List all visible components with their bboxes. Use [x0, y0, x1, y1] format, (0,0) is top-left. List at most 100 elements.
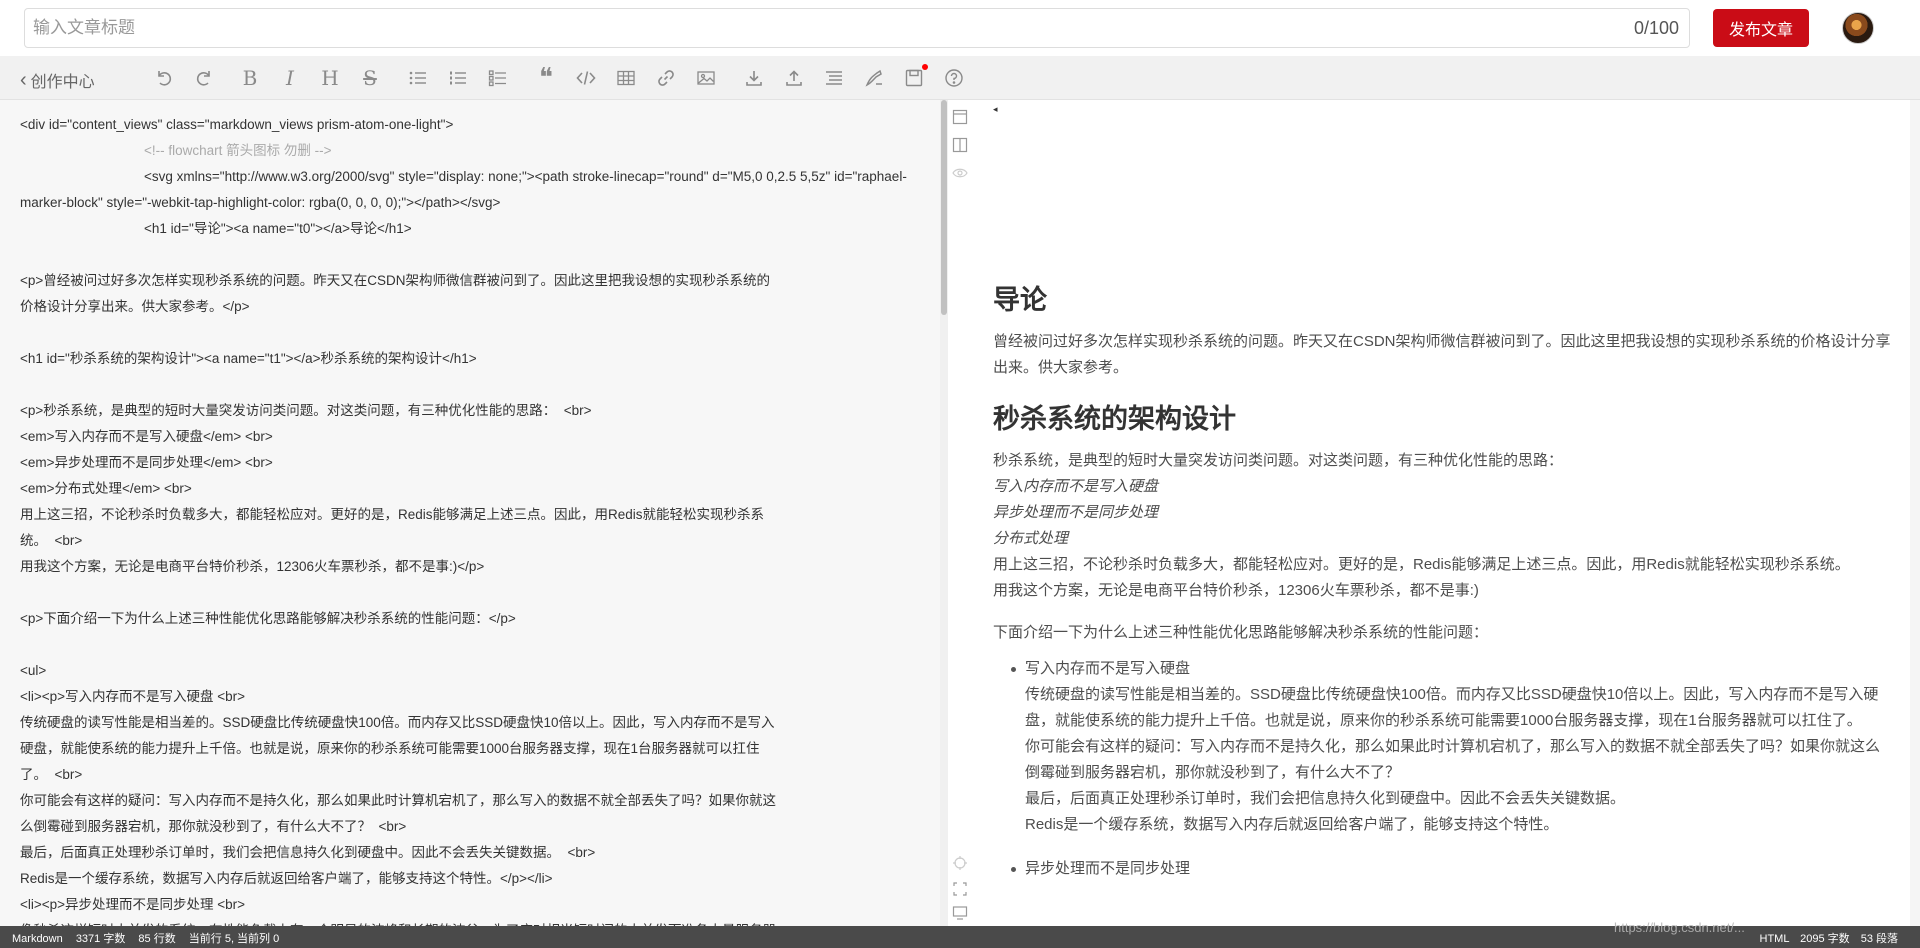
desktop-icon[interactable]: [951, 904, 969, 922]
editor-line[interactable]: <h1 id="秒杀系统的架构设计"><a name="t1"></a>秒杀系统…: [20, 346, 920, 372]
italic-icon[interactable]: I: [278, 66, 302, 90]
editor-line[interactable]: <em>分布式处理</em> <br>: [20, 476, 920, 502]
preview-scrollbar[interactable]: [1910, 100, 1920, 926]
preview-side-tools: [948, 100, 972, 926]
download-icon[interactable]: [742, 66, 766, 90]
editor-line[interactable]: 用上这三招，不论秒杀时负载多大，都能轻松应对。更好的是，Redis能够满足上述三…: [20, 502, 920, 528]
list-item-text: Redis是一个缓存系统，数据写入内存后就返回给客户端了，能够支持这个特性。: [1025, 816, 1559, 833]
editor-line[interactable]: [20, 372, 920, 398]
title-input[interactable]: [33, 9, 1593, 47]
preview-list: 写入内存而不是写入硬盘 传统硬盘的读写性能是相当差的。SSD硬盘比传统硬盘快10…: [993, 656, 1892, 882]
editor-line[interactable]: marker-block" style="-webkit-tap-highlig…: [20, 190, 920, 216]
back-label: 创作中心: [30, 74, 95, 91]
editor-line[interactable]: <ul>: [20, 658, 920, 684]
preview-text: 用上这三招，不论秒杀时负载多大，都能轻松应对。更好的是，Redis能够满足上述三…: [993, 556, 1850, 573]
editor-line[interactable]: [20, 242, 920, 268]
preview-paragraph-intro: 曾经被问过好多次怎样实现秒杀系统的问题。昨天又在CSDN架构师微信群被问到了。因…: [993, 333, 1891, 376]
editor-line[interactable]: <em>写入内存而不是写入硬盘</em> <br>: [20, 424, 920, 450]
preview-emphasis: 分布式处理: [993, 530, 1069, 547]
editor-line[interactable]: <div id="content_views" class="markdown_…: [20, 112, 920, 138]
list-item-title: 异步处理而不是同步处理: [1025, 860, 1191, 877]
preview-heading-intro: 导论: [993, 285, 1047, 315]
editor-line[interactable]: [20, 632, 920, 658]
editor-line[interactable]: 价格设计分享出来。供大家参考。</p>: [20, 294, 920, 320]
editor-line[interactable]: 么倒霉碰到服务器宕机，那你就没秒到了，有什么大不了？ <br>: [20, 814, 920, 840]
back-to-creation-center[interactable]: ‹ 创作中心: [20, 68, 95, 92]
link-icon[interactable]: [654, 66, 678, 90]
editor-line[interactable]: <svg xmlns="http://www.w3.org/2000/svg" …: [20, 164, 920, 190]
bold-icon[interactable]: B: [238, 66, 262, 90]
title-box: 0/100: [24, 8, 1690, 48]
locate-icon[interactable]: [951, 854, 969, 872]
status-right: HTML 2095 字数 53 段落: [1752, 930, 1899, 946]
preview-text: 秒杀系统，是典型的短时大量突发访问类问题。对这类问题，有三种优化性能的思路：: [993, 452, 1564, 469]
fullscreen-icon[interactable]: [951, 880, 969, 898]
avatar[interactable]: [1842, 12, 1874, 44]
markdown-editor[interactable]: <div id="content_views" class="markdown_…: [0, 100, 940, 926]
editor-line[interactable]: <li><p>异步处理而不是同步处理 <br>: [20, 892, 920, 918]
image-icon[interactable]: [694, 66, 718, 90]
editor-line[interactable]: [20, 320, 920, 346]
editor-line[interactable]: [20, 580, 920, 606]
list-item-text: 最后，后面真正处理秒杀订单时，我们会把信息持久化到硬盘中。因此不会丢失关键数据。: [1025, 790, 1626, 807]
editor-scrollbar[interactable]: [940, 100, 948, 926]
notification-dot: [922, 64, 928, 70]
editor-line[interactable]: 了。 <br>: [20, 762, 920, 788]
save-draft-icon[interactable]: [902, 64, 928, 90]
code-icon[interactable]: [574, 66, 598, 90]
editor-line[interactable]: <em>异步处理而不是同步处理</em> <br>: [20, 450, 920, 476]
publish-button[interactable]: 发布文章: [1713, 9, 1809, 47]
status-line-count: 85 行数: [138, 933, 176, 945]
preview-eye-icon[interactable]: [951, 164, 969, 182]
table-icon[interactable]: [614, 66, 638, 90]
status-char-count: 3371 字数: [75, 933, 126, 945]
layout-top-icon[interactable]: [951, 108, 969, 126]
editor-line[interactable]: 传统硬盘的读写性能是相当差的。SSD硬盘比传统硬盘快100倍。而内存又比SSD硬…: [20, 710, 920, 736]
status-paragraphs: 53 段落: [1860, 933, 1898, 945]
editor-line[interactable]: <h1 id="导论"><a name="t0"></a>导论</h1>: [20, 216, 920, 242]
split-view-icon[interactable]: [951, 136, 969, 154]
preview-paragraph-intro-list: 下面介绍一下为什么上述三种性能优化思路能够解决秒杀系统的性能问题：: [993, 624, 1489, 641]
editor-line[interactable]: Redis是一个缓存系统，数据写入内存后就返回给客户端了，能够支持这个特性。</…: [20, 866, 920, 892]
preview-text: 用我这个方案，无论是电商平台特价秒杀，12306火车票秒杀，都不是事:): [993, 582, 1479, 599]
list-item: 写入内存而不是写入硬盘 传统硬盘的读写性能是相当差的。SSD硬盘比传统硬盘快10…: [1011, 656, 1892, 838]
editor-line[interactable]: 你可能会有这样的疑问：写入内存而不是持久化，那么如果此时计算机宕机了，那么写入的…: [20, 788, 920, 814]
editor-line[interactable]: <li><p>写入内存而不是写入硬盘 <br>: [20, 684, 920, 710]
editor-line[interactable]: <p>下面介绍一下为什么上述三种性能优化思路能够解决秒杀系统的性能问题：</p>: [20, 606, 920, 632]
flowchart-arrow-marker: ◂: [993, 104, 998, 114]
heading-icon[interactable]: H: [318, 66, 342, 90]
upload-icon[interactable]: [782, 66, 806, 90]
editor-line[interactable]: 硬盘，就能使系统的能力提升上千倍。也就是说，原来你的秒杀系统可能需要1000台服…: [20, 736, 920, 762]
signature-icon[interactable]: [862, 66, 886, 90]
editor-line[interactable]: 统。 <br>: [20, 528, 920, 554]
preview-pane: ◂ 导论 曾经被问过好多次怎样实现秒杀系统的问题。昨天又在CSDN架构师微信群被…: [972, 100, 1900, 926]
help-icon[interactable]: [942, 66, 966, 90]
toc-icon[interactable]: [822, 66, 846, 90]
watermark: https://blog.csdn.net/...: [1614, 920, 1745, 935]
redo-icon[interactable]: [192, 66, 216, 90]
editor-line[interactable]: <p>秒杀系统，是典型的短时大量突发访问类问题。对这类问题，有三种优化性能的思路…: [20, 398, 920, 424]
ordered-list-icon[interactable]: [446, 66, 470, 90]
list-item-title: 写入内存而不是写入硬盘: [1025, 660, 1191, 677]
strikethrough-icon[interactable]: S: [358, 66, 382, 90]
status-html-chars: 2095 字数: [1800, 933, 1850, 945]
task-list-icon[interactable]: [486, 66, 510, 90]
quote-icon[interactable]: ❝: [534, 65, 558, 91]
preview-heading-architecture: 秒杀系统的架构设计: [993, 404, 1236, 434]
editor-line[interactable]: 用我这个方案，无论是电商平台特价秒杀，12306火车票秒杀，都不是事:)</p>: [20, 554, 920, 580]
undo-icon[interactable]: [152, 66, 176, 90]
preview-emphasis: 异步处理而不是同步处理: [993, 504, 1159, 521]
editor-scroll-thumb[interactable]: [941, 100, 947, 315]
editor-toolbar: ‹ 创作中心 B I H S ❝: [0, 56, 1920, 100]
preview-paragraph-architecture: 秒杀系统，是典型的短时大量突发访问类问题。对这类问题，有三种优化性能的思路： 写…: [993, 448, 1892, 604]
status-cursor: 当前行 5, 当前列 0: [188, 933, 280, 945]
editor-content[interactable]: <div id="content_views" class="markdown_…: [0, 100, 940, 926]
editor-line[interactable]: <p>曾经被问过好多次怎样实现秒杀系统的问题。昨天又在CSDN架构师微信群被问到…: [20, 268, 920, 294]
editor-line[interactable]: 像秒杀这样短时大并发的系统，在性能负载上有一个明显的波峰和长期的波谷。为了应对相…: [20, 918, 920, 926]
unordered-list-icon[interactable]: [406, 66, 430, 90]
status-left: Markdown 3371 字数 85 行数 当前行 5, 当前列 0: [12, 930, 289, 946]
top-bar: 0/100 发布文章: [0, 0, 1920, 56]
editor-line[interactable]: 最后，后面真正处理秒杀订单时，我们会把信息持久化到硬盘中。因此不会丢失关键数据。…: [20, 840, 920, 866]
list-item-text: 你可能会有这样的疑问：写入内存而不是持久化，那么如果此时计算机宕机了，那么写入的…: [1025, 738, 1881, 781]
editor-line[interactable]: <!-- flowchart 箭头图标 勿删 -->: [20, 138, 920, 164]
